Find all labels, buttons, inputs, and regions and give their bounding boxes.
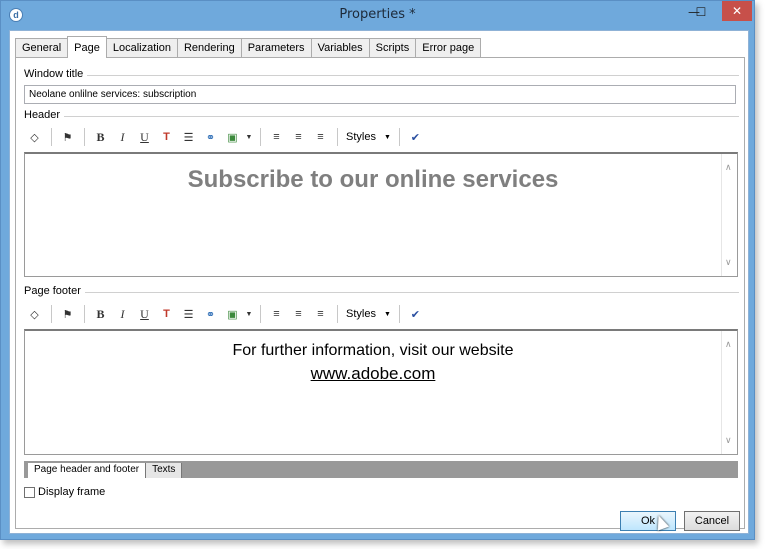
toolbar-separator [398, 128, 400, 146]
align-center-icon[interactable]: ≡ [288, 304, 309, 324]
window-title-rule [24, 75, 739, 76]
tab-scripts[interactable]: Scripts [368, 38, 417, 58]
text-color-icon[interactable]: T [156, 304, 177, 324]
page-tab-panel: Window title Neolane onlilne services: s… [15, 57, 745, 529]
scroll-up-icon[interactable]: ∧ [725, 162, 732, 173]
display-frame-row[interactable]: Display frame [24, 486, 105, 498]
bullet-list-icon[interactable]: ☰ [178, 304, 199, 324]
italic-button[interactable]: I [112, 127, 133, 147]
styles-label: Styles [346, 131, 376, 143]
toolbar-separator [51, 128, 52, 146]
tab-general[interactable]: General [15, 38, 69, 58]
toolbar-separator [84, 128, 85, 146]
window-title-input[interactable]: Neolane onlilne services: subscription [24, 85, 736, 104]
source-code-icon[interactable]: ◇ [24, 127, 45, 147]
image-dropdown-icon[interactable]: ▼ [244, 127, 254, 147]
source-code-icon[interactable]: ◇ [24, 304, 45, 324]
dialog-client-area: General Page Localization Rendering Para… [9, 30, 749, 534]
footer-rule [24, 292, 739, 293]
toolbar-separator [337, 128, 338, 146]
toolbar-separator [260, 305, 261, 323]
find-binoculars-icon[interactable]: ⚑ [57, 304, 78, 324]
header-label: Header [24, 109, 65, 121]
align-left-icon[interactable]: ≡ [266, 304, 287, 324]
insert-image-icon[interactable]: ▣ [222, 304, 243, 324]
header-editor[interactable]: Subscribe to our online services ∧ ∨ [24, 152, 738, 277]
header-heading-text: Subscribe to our online services [187, 166, 559, 193]
website-link[interactable]: www.adobe.com [311, 364, 436, 383]
window-title: Properties * [339, 7, 416, 22]
align-center-icon[interactable]: ≡ [288, 127, 309, 147]
scroll-up-icon[interactable]: ∧ [725, 339, 732, 350]
toolbar-separator [398, 305, 400, 323]
tab-variables[interactable]: Variables [310, 38, 370, 58]
styles-dropdown[interactable]: Styles ▼ [343, 304, 394, 324]
tab-page-header-footer[interactable]: Page header and footer [28, 463, 147, 478]
title-bar[interactable]: d Properties * — ☐ ✕ [1, 1, 754, 29]
tab-texts[interactable]: Texts [146, 463, 183, 478]
tab-localization[interactable]: Localization [105, 38, 178, 58]
italic-button[interactable]: I [112, 304, 133, 324]
maximize-button[interactable]: ☐ [691, 2, 711, 22]
display-frame-label: Display frame [38, 486, 106, 498]
editor-mode-tabs: Page header and footer Texts [24, 461, 738, 478]
footer-link-row: www.adobe.com [25, 364, 721, 384]
footer-label: Page footer [24, 285, 85, 297]
display-frame-checkbox[interactable] [24, 486, 35, 498]
find-binoculars-icon[interactable]: ⚑ [57, 127, 78, 147]
ok-button[interactable]: Ok [620, 511, 676, 531]
align-right-icon[interactable]: ≡ [310, 127, 331, 147]
tab-error-page[interactable]: Error page [415, 38, 482, 58]
underline-button[interactable]: U [134, 304, 155, 324]
header-toolbar: ◇ ⚑ B I U T ☰ ⚭ ▣ ▼ ≡ ≡ ≡ Styles ▼ ✔ [24, 126, 738, 148]
header-scrollbar[interactable]: ∧ ∨ [721, 154, 737, 276]
insert-image-icon[interactable]: ▣ [222, 127, 243, 147]
bullet-list-icon[interactable]: ☰ [178, 127, 199, 147]
footer-editor[interactable]: For further information, visit our websi… [24, 329, 738, 455]
footer-toolbar: ◇ ⚑ B I U T ☰ ⚭ ▣ ▼ ≡ ≡ ≡ Styles ▼ ✔ [24, 303, 738, 325]
tab-parameters[interactable]: Parameters [240, 38, 312, 58]
insert-link-icon[interactable]: ⚭ [200, 304, 221, 324]
scroll-down-icon[interactable]: ∨ [725, 435, 732, 446]
toolbar-separator [51, 305, 52, 323]
scroll-down-icon[interactable]: ∨ [725, 257, 732, 268]
underline-button[interactable]: U [134, 127, 155, 147]
chevron-down-icon: ▼ [383, 133, 391, 141]
toolbar-separator [84, 305, 85, 323]
bold-button[interactable]: B [90, 304, 111, 324]
chevron-down-icon: ▼ [383, 310, 391, 318]
window-title-label: Window title [24, 68, 88, 80]
text-color-icon[interactable]: T [156, 127, 177, 147]
toolbar-separator [337, 305, 338, 323]
footer-info-text: For further information, visit our websi… [232, 342, 514, 359]
insert-link-icon[interactable]: ⚭ [200, 127, 221, 147]
spellcheck-icon[interactable]: ✔ [405, 304, 426, 324]
close-button[interactable]: ✕ [722, 1, 752, 21]
properties-window: d Properties * — ☐ ✕ General Page Locali… [0, 0, 755, 540]
tab-strip: General Page Localization Rendering Para… [15, 36, 482, 58]
tab-page[interactable]: Page [67, 36, 107, 58]
align-right-icon[interactable]: ≡ [310, 304, 331, 324]
tab-rendering[interactable]: Rendering [176, 38, 242, 58]
spellcheck-icon[interactable]: ✔ [405, 127, 426, 147]
header-rule [24, 116, 739, 117]
footer-scrollbar[interactable]: ∧ ∨ [721, 331, 737, 454]
image-dropdown-icon[interactable]: ▼ [244, 304, 254, 324]
bold-button[interactable]: B [90, 127, 111, 147]
styles-dropdown[interactable]: Styles ▼ [343, 127, 394, 147]
align-left-icon[interactable]: ≡ [266, 127, 287, 147]
toolbar-separator [260, 128, 261, 146]
styles-label: Styles [346, 308, 376, 320]
cancel-button[interactable]: Cancel [684, 511, 740, 531]
